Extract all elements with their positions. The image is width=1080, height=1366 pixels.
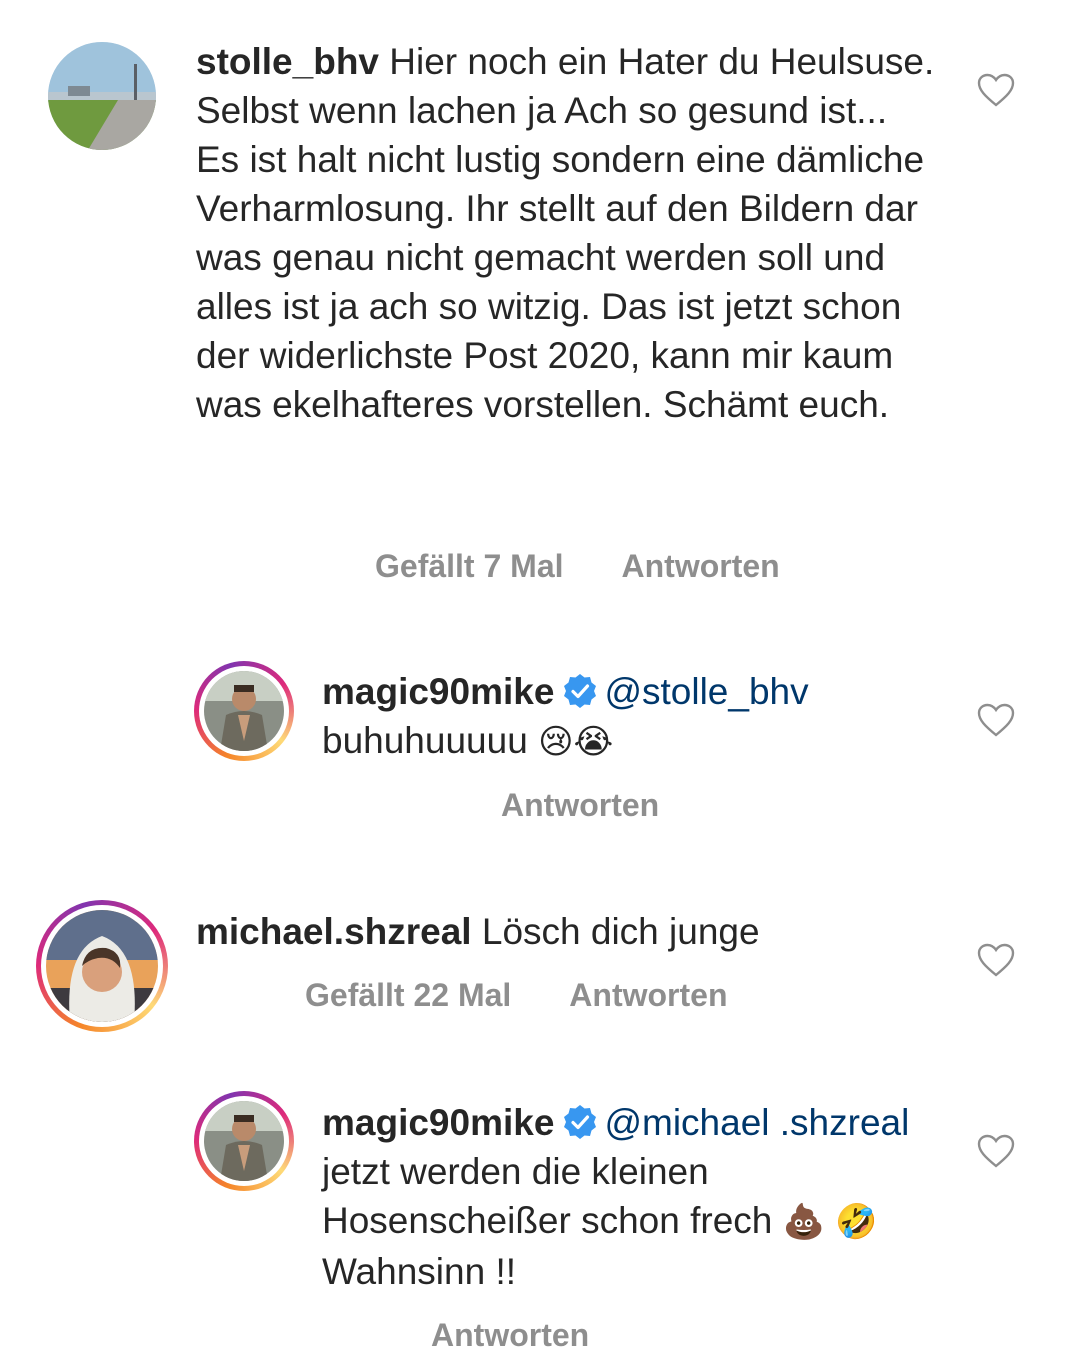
avatar-magic90mike-story-ring[interactable]	[194, 661, 294, 761]
comment-body: michael.shzreal Lösch dich junge	[196, 907, 936, 956]
avatar-magic90mike	[204, 1101, 284, 1181]
verified-badge-icon	[564, 1105, 597, 1139]
likes-count[interactable]: Gefällt 22 Mal	[305, 977, 511, 1013]
avatar-stolle-bhv[interactable]	[48, 42, 156, 150]
comment-username[interactable]: stolle_bhv	[196, 41, 379, 82]
heart-outline-icon[interactable]	[977, 1134, 1015, 1168]
mention-link[interactable]: @stolle_bhv	[604, 671, 808, 712]
comment-username[interactable]: michael.shzreal	[196, 911, 472, 952]
comment-text: jetzt werden die kleinen Hosenscheißer s…	[322, 1151, 773, 1241]
emoji-poop: 💩	[782, 1202, 826, 1242]
comment-body: magic90mike @michael .shzreal jetzt werd…	[322, 1098, 932, 1296]
comment-username[interactable]: magic90mike	[322, 671, 554, 712]
avatar-photo	[48, 42, 156, 150]
verified-badge-icon	[564, 674, 597, 708]
emoji-rofl: 🤣	[835, 1202, 878, 1242]
avatar-michael-shzreal	[46, 910, 158, 1022]
avatar-magic90mike	[204, 671, 284, 751]
reply-button[interactable]: Antworten	[501, 787, 659, 823]
heart-outline-icon[interactable]	[977, 943, 1015, 977]
comment-meta: Antworten	[501, 787, 659, 824]
comment-meta: Antworten	[431, 1317, 589, 1354]
reply-button[interactable]: Antworten	[622, 548, 780, 584]
comment-body: stolle_bhv Hier noch ein Hater du Heulsu…	[196, 37, 936, 429]
avatar-magic90mike-story-ring[interactable]	[194, 1091, 294, 1191]
reply-button[interactable]: Antworten	[569, 977, 727, 1013]
comment-text-2: Wahnsinn !!	[322, 1251, 516, 1292]
comment-text: buhuhuuuuu	[322, 720, 528, 761]
comment-text: Hier noch ein Hater du Heulsuse. Selbst …	[196, 41, 935, 425]
heart-outline-icon[interactable]	[977, 703, 1015, 737]
emoji-crying: 😢😭	[538, 722, 614, 762]
comment-text: Lösch dich junge	[481, 911, 760, 952]
likes-count[interactable]: Gefällt 7 Mal	[375, 548, 564, 584]
reply-button[interactable]: Antworten	[431, 1317, 589, 1353]
heart-outline-icon[interactable]	[977, 73, 1015, 107]
mention-link[interactable]: @michael .shzreal	[604, 1102, 909, 1143]
comment-body: magic90mike @stolle_bhv buhuhuuuuu 😢😭	[322, 667, 942, 767]
comment-meta: Gefällt 7 Mal Antworten	[375, 548, 780, 585]
comment-meta: Gefällt 22 Mal Antworten	[305, 977, 728, 1014]
avatar-michael-shzreal-story-ring[interactable]	[36, 900, 168, 1032]
comment-username[interactable]: magic90mike	[322, 1102, 554, 1143]
